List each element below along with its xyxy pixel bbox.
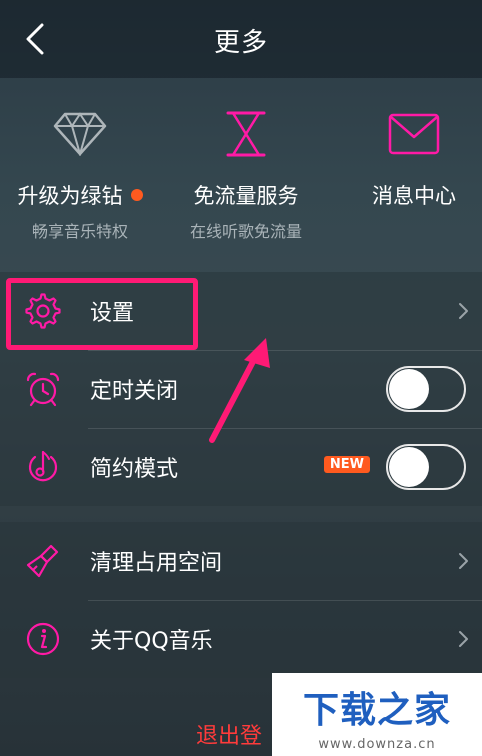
chevron-right-icon bbox=[459, 631, 468, 647]
misc-group: 清理占用空间 关于QQ音乐 bbox=[0, 522, 482, 678]
settings-row[interactable]: 设置 bbox=[0, 272, 482, 350]
about-label: 关于QQ音乐 bbox=[90, 629, 213, 654]
simple-mode-row: 简约模式 NEW bbox=[0, 428, 482, 506]
mail-icon bbox=[388, 113, 440, 155]
about-row[interactable]: 关于QQ音乐 bbox=[0, 600, 482, 678]
hourglass-icon bbox=[226, 111, 266, 157]
chevron-right-icon bbox=[459, 553, 468, 569]
diamond-icon bbox=[53, 112, 107, 156]
simple-mode-label: 简约模式 bbox=[90, 457, 179, 482]
timer-off-toggle[interactable] bbox=[386, 366, 466, 412]
clean-space-row[interactable]: 清理占用空间 bbox=[0, 522, 482, 600]
timer-off-label: 定时关闭 bbox=[90, 379, 179, 404]
watermark-title: 下载之家 bbox=[302, 690, 451, 731]
music-note-icon bbox=[28, 450, 58, 482]
watermark-url: www.downza.cn bbox=[318, 737, 436, 752]
logout-button[interactable]: 退出登 bbox=[196, 718, 262, 750]
clean-space-label: 清理占用空间 bbox=[90, 551, 223, 576]
simple-mode-toggle[interactable] bbox=[386, 444, 466, 490]
chevron-right-icon bbox=[459, 303, 468, 319]
feature-subtitle: 畅享音乐特权 bbox=[31, 222, 128, 241]
feature-title: 免流量服务 bbox=[193, 184, 299, 208]
info-icon bbox=[26, 622, 60, 656]
page-title: 更多 bbox=[213, 28, 268, 58]
settings-label: 设置 bbox=[90, 301, 135, 326]
feature-shortcuts: 升级为绿钻 畅享音乐特权 免流量服务 在线听歌免流量 消息中心 bbox=[0, 78, 482, 256]
settings-group: 设置 定时关闭 简约模式 NEW bbox=[0, 272, 482, 506]
title-bar: 更多 bbox=[0, 0, 482, 78]
gear-icon bbox=[25, 293, 61, 329]
new-badge: NEW bbox=[323, 456, 370, 473]
free-data-service[interactable]: 免流量服务 在线听歌免流量 bbox=[166, 108, 326, 242]
broom-icon bbox=[26, 544, 59, 578]
toggle-knob bbox=[389, 369, 429, 409]
feature-title: 升级为绿钻 bbox=[17, 184, 123, 208]
notification-dot bbox=[130, 189, 143, 201]
toggle-knob bbox=[389, 447, 429, 487]
feature-subtitle: 在线听歌免流量 bbox=[189, 222, 302, 241]
message-center[interactable]: 消息中心 bbox=[334, 108, 482, 210]
watermark: 下载之家 www.downza.cn bbox=[272, 673, 482, 756]
upgrade-green-diamond[interactable]: 升级为绿钻 畅享音乐特权 bbox=[0, 108, 160, 242]
timer-off-row: 定时关闭 bbox=[0, 350, 482, 428]
alarm-clock-icon bbox=[26, 372, 60, 407]
feature-title: 消息中心 bbox=[372, 184, 456, 208]
